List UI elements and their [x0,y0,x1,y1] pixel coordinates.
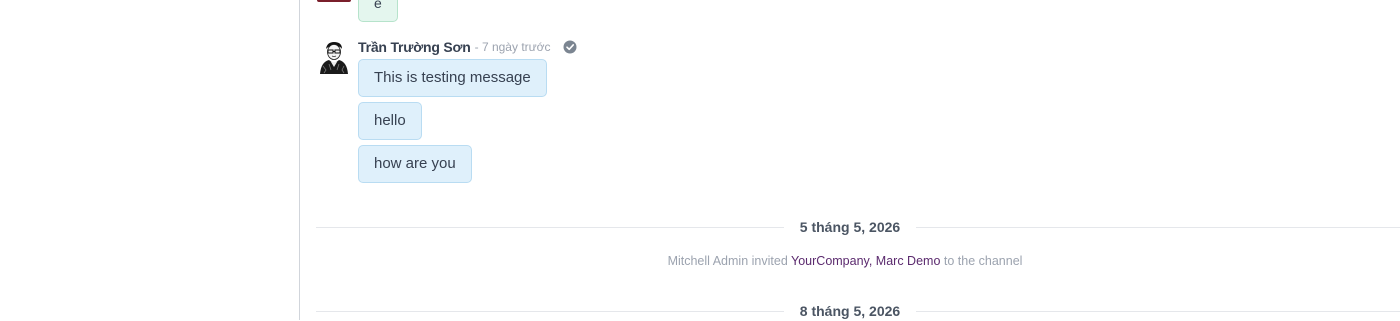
message-bubble[interactable]: how are you [358,145,472,183]
previous-message-bubble: e [358,0,398,22]
separator-line [916,227,1400,228]
author-avatar[interactable] [317,40,351,74]
date-separator: 8 tháng 5, 2026 [316,301,1400,321]
notification-actor: Mitchell Admin [667,254,749,268]
message-bubble[interactable]: hello [358,102,422,140]
message-header: Trần Trường Sơn - 7 ngày trước [358,38,577,56]
message-timestamp: - 7 ngày trước [474,40,551,54]
date-separator-label: 8 tháng 5, 2026 [799,303,901,319]
message-bubble[interactable]: This is testing message [358,59,547,97]
notification-suffix: to the channel [943,254,1023,268]
separator-line [316,311,784,312]
previous-author-avatar[interactable] [317,0,351,2]
message-thread: e Trần Trường Sơn - 7 ngày trước This is… [300,0,1400,320]
author-name[interactable]: Trần Trường Sơn [358,39,471,55]
notification-verb: invited [751,254,788,268]
previous-message-text: e [374,0,382,11]
channel-notification: Mitchell Admin invited YourCompany, Marc… [300,254,1390,268]
date-separator: 5 tháng 5, 2026 [316,217,1400,237]
check-circle-icon [563,40,577,54]
separator-line [916,311,1400,312]
date-separator-label: 5 tháng 5, 2026 [799,219,901,235]
left-panel [0,0,300,320]
separator-line [316,227,784,228]
notification-targets[interactable]: YourCompany, Marc Demo [791,254,940,268]
